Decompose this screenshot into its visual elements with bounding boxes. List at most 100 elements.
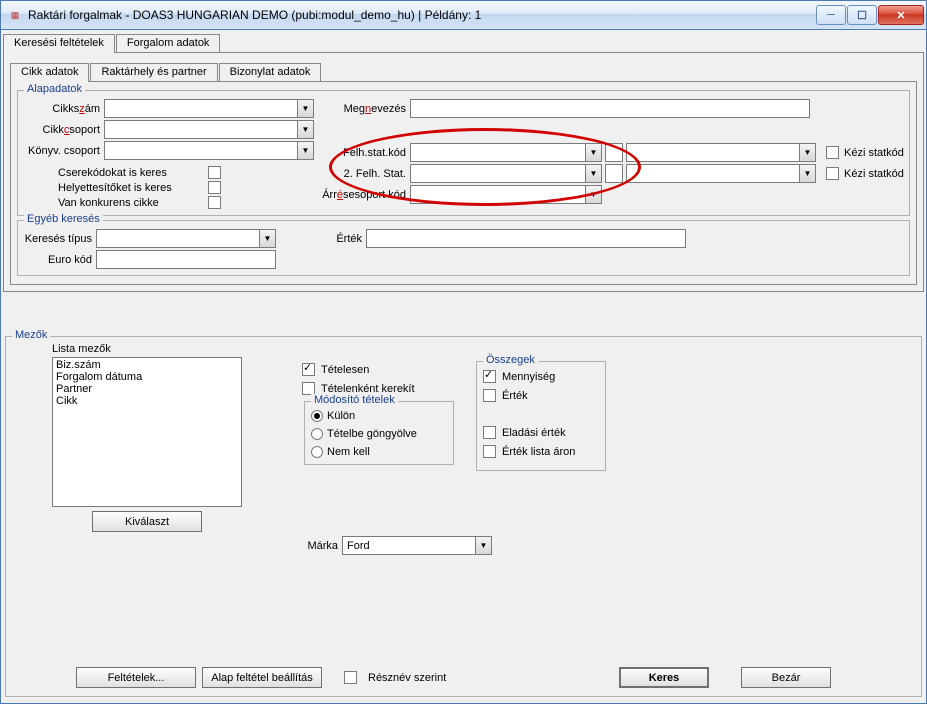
- chevron-down-icon: ▼: [297, 142, 313, 159]
- input-ertek[interactable]: [366, 229, 686, 248]
- radio-kulon[interactable]: [311, 410, 323, 422]
- check-kezi2[interactable]: [826, 167, 839, 180]
- label-listaaron: Érték lista áron: [502, 446, 575, 458]
- legend-egyeb: Egyéb keresés: [24, 213, 103, 225]
- label-cikkcsoport: Cikkcsoport: [24, 124, 104, 136]
- radio-nemkell[interactable]: [311, 446, 323, 458]
- combo-cikkszam[interactable]: ▼: [104, 99, 314, 118]
- list-item[interactable]: Cikk: [54, 395, 240, 407]
- combo-kereses-tipus[interactable]: ▼: [96, 229, 276, 248]
- label-euro-kod: Euro kód: [24, 254, 96, 266]
- chevron-down-icon: ▼: [799, 144, 815, 161]
- check-tetelesen[interactable]: [302, 363, 315, 376]
- label-lista-mezok: Lista mezők: [52, 343, 242, 355]
- label-tetelkent: Tételenként kerekít: [321, 383, 415, 395]
- check-kezi1[interactable]: [826, 146, 839, 159]
- minimize-button[interactable]: ─: [816, 5, 846, 25]
- input-felh-extra[interactable]: [605, 143, 623, 162]
- fieldset-alapadatok: Alapadatok Cikkszám ▼ Cikkcsoport ▼: [17, 90, 910, 216]
- app-icon: ▦: [7, 7, 23, 23]
- label-marka: Márka: [292, 540, 342, 552]
- legend-mezok: Mezők: [12, 329, 50, 341]
- check-listaaron[interactable]: [483, 445, 496, 458]
- label-konkurens: Van konkurens cikke: [58, 197, 208, 209]
- label-csere: Cserekódokat is keres: [58, 167, 208, 179]
- tab-raktarhely[interactable]: Raktárhely és partner: [90, 63, 217, 81]
- chevron-down-icon: ▼: [475, 537, 491, 554]
- fieldset-egyeb: Egyéb keresés Keresés típus ▼ Érték Euro…: [17, 220, 910, 276]
- tab-bizonylat[interactable]: Bizonylat adatok: [219, 63, 322, 81]
- footer-bar: Feltételek... Alap feltétel beállítás Ré…: [12, 663, 915, 692]
- window-title: Raktári forgalmak - DOAS3 HUNGARIAN DEMO…: [28, 8, 815, 22]
- label-kereses-tipus: Keresés típus: [24, 233, 96, 245]
- check-eladasi[interactable]: [483, 426, 496, 439]
- window-titlebar: ▦ Raktári forgalmak - DOAS3 HUNGARIAN DE…: [1, 1, 926, 30]
- label-konyv-csoport: Könyv. csoport: [24, 145, 104, 157]
- chevron-down-icon: ▼: [585, 186, 601, 203]
- fieldset-modosito: Módosító tételek Külön Tételbe göngyölve…: [304, 401, 454, 465]
- combo-arres[interactable]: ▼: [410, 185, 602, 204]
- label-felh2: 2. Felh. Stat.: [322, 168, 410, 180]
- label-helyett: Helyettesítőket is keres: [58, 182, 208, 194]
- combo-cikkcsoport[interactable]: ▼: [104, 120, 314, 139]
- outer-tab-row: Keresési feltételek Forgalom adatok: [3, 32, 924, 52]
- button-bezar[interactable]: Bezár: [741, 667, 831, 688]
- label-kezi2: Kézi statkód: [844, 168, 908, 180]
- check-mennyiseg[interactable]: [483, 370, 496, 383]
- check-konkurens[interactable]: [208, 196, 221, 209]
- chevron-down-icon: ▼: [297, 100, 313, 117]
- label-arres: Árrésesoport kód: [322, 189, 410, 201]
- button-alap-feltetel[interactable]: Alap feltétel beállítás: [202, 667, 322, 688]
- label-felh-stat: Felh.stat.kód: [322, 147, 410, 159]
- chevron-down-icon: ▼: [585, 165, 601, 182]
- list-item[interactable]: Partner: [54, 383, 240, 395]
- label-cikkszam: Cikkszám: [24, 103, 104, 115]
- button-feltetelek[interactable]: Feltételek...: [76, 667, 196, 688]
- legend-modosito: Módosító tételek: [311, 394, 398, 406]
- input-euro-kod[interactable]: [96, 250, 276, 269]
- check-ertek[interactable]: [483, 389, 496, 402]
- legend-osszegek: Összegek: [483, 354, 538, 366]
- label-ertek: Érték: [296, 233, 366, 245]
- combo-marka[interactable]: Ford▼: [342, 536, 492, 555]
- combo-konyv-csoport[interactable]: ▼: [104, 141, 314, 160]
- label-tetelesen: Tételesen: [321, 364, 369, 376]
- input-megnevezes[interactable]: [410, 99, 810, 118]
- button-kivalaszt[interactable]: Kiválaszt: [92, 511, 202, 532]
- combo-felh-stat-2nd[interactable]: ▼: [626, 143, 816, 162]
- list-item[interactable]: Forgalom dátuma: [54, 371, 240, 383]
- chevron-down-icon: ▼: [297, 121, 313, 138]
- chevron-down-icon: ▼: [585, 144, 601, 161]
- close-button[interactable]: ✕: [878, 5, 924, 25]
- label-resznev: Résznév szerint: [368, 672, 446, 684]
- maximize-button[interactable]: ☐: [847, 5, 877, 25]
- combo-felh-stat[interactable]: ▼: [410, 143, 602, 162]
- check-resznev[interactable]: [344, 671, 357, 684]
- input-felh2-extra[interactable]: [605, 164, 623, 183]
- fieldset-osszegek: Összegek Mennyiség Érték Eladási érték É…: [476, 361, 606, 471]
- listbox-lista-mezok[interactable]: Biz.számForgalom dátumaPartnerCikk: [52, 357, 242, 507]
- button-keres[interactable]: Keres: [619, 667, 709, 688]
- tab-forgalom-adatok[interactable]: Forgalom adatok: [116, 34, 221, 52]
- legend-alapadatok: Alapadatok: [24, 83, 85, 95]
- chevron-down-icon: ▼: [259, 230, 275, 247]
- combo-felh2[interactable]: ▼: [410, 164, 602, 183]
- radio-gongyolve[interactable]: [311, 428, 323, 440]
- label-megnevezes: Megnevezés: [322, 103, 410, 115]
- label-ertek-osszeg: Érték: [502, 390, 528, 402]
- label-eladasi: Eladási érték: [502, 427, 566, 439]
- tab-keresesi-feltetelek[interactable]: Keresési feltételek: [3, 34, 115, 53]
- combo-felh2-2nd[interactable]: ▼: [626, 164, 816, 183]
- fieldset-mezok: Mezők Lista mezők Biz.számForgalom dátum…: [5, 336, 922, 697]
- check-csere[interactable]: [208, 166, 221, 179]
- list-item[interactable]: Biz.szám: [54, 359, 240, 371]
- label-nemkell: Nem kell: [327, 446, 370, 458]
- chevron-down-icon: ▼: [799, 165, 815, 182]
- inner-tab-row: Cikk adatok Raktárhely és partner Bizony…: [10, 61, 917, 81]
- label-kezi1: Kézi statkód: [844, 147, 908, 159]
- label-mennyiseg: Mennyiség: [502, 371, 555, 383]
- label-gongyolve: Tételbe göngyölve: [327, 428, 417, 440]
- label-kulon: Külön: [327, 410, 355, 422]
- check-helyett[interactable]: [208, 181, 221, 194]
- tab-cikk-adatok[interactable]: Cikk adatok: [10, 63, 89, 82]
